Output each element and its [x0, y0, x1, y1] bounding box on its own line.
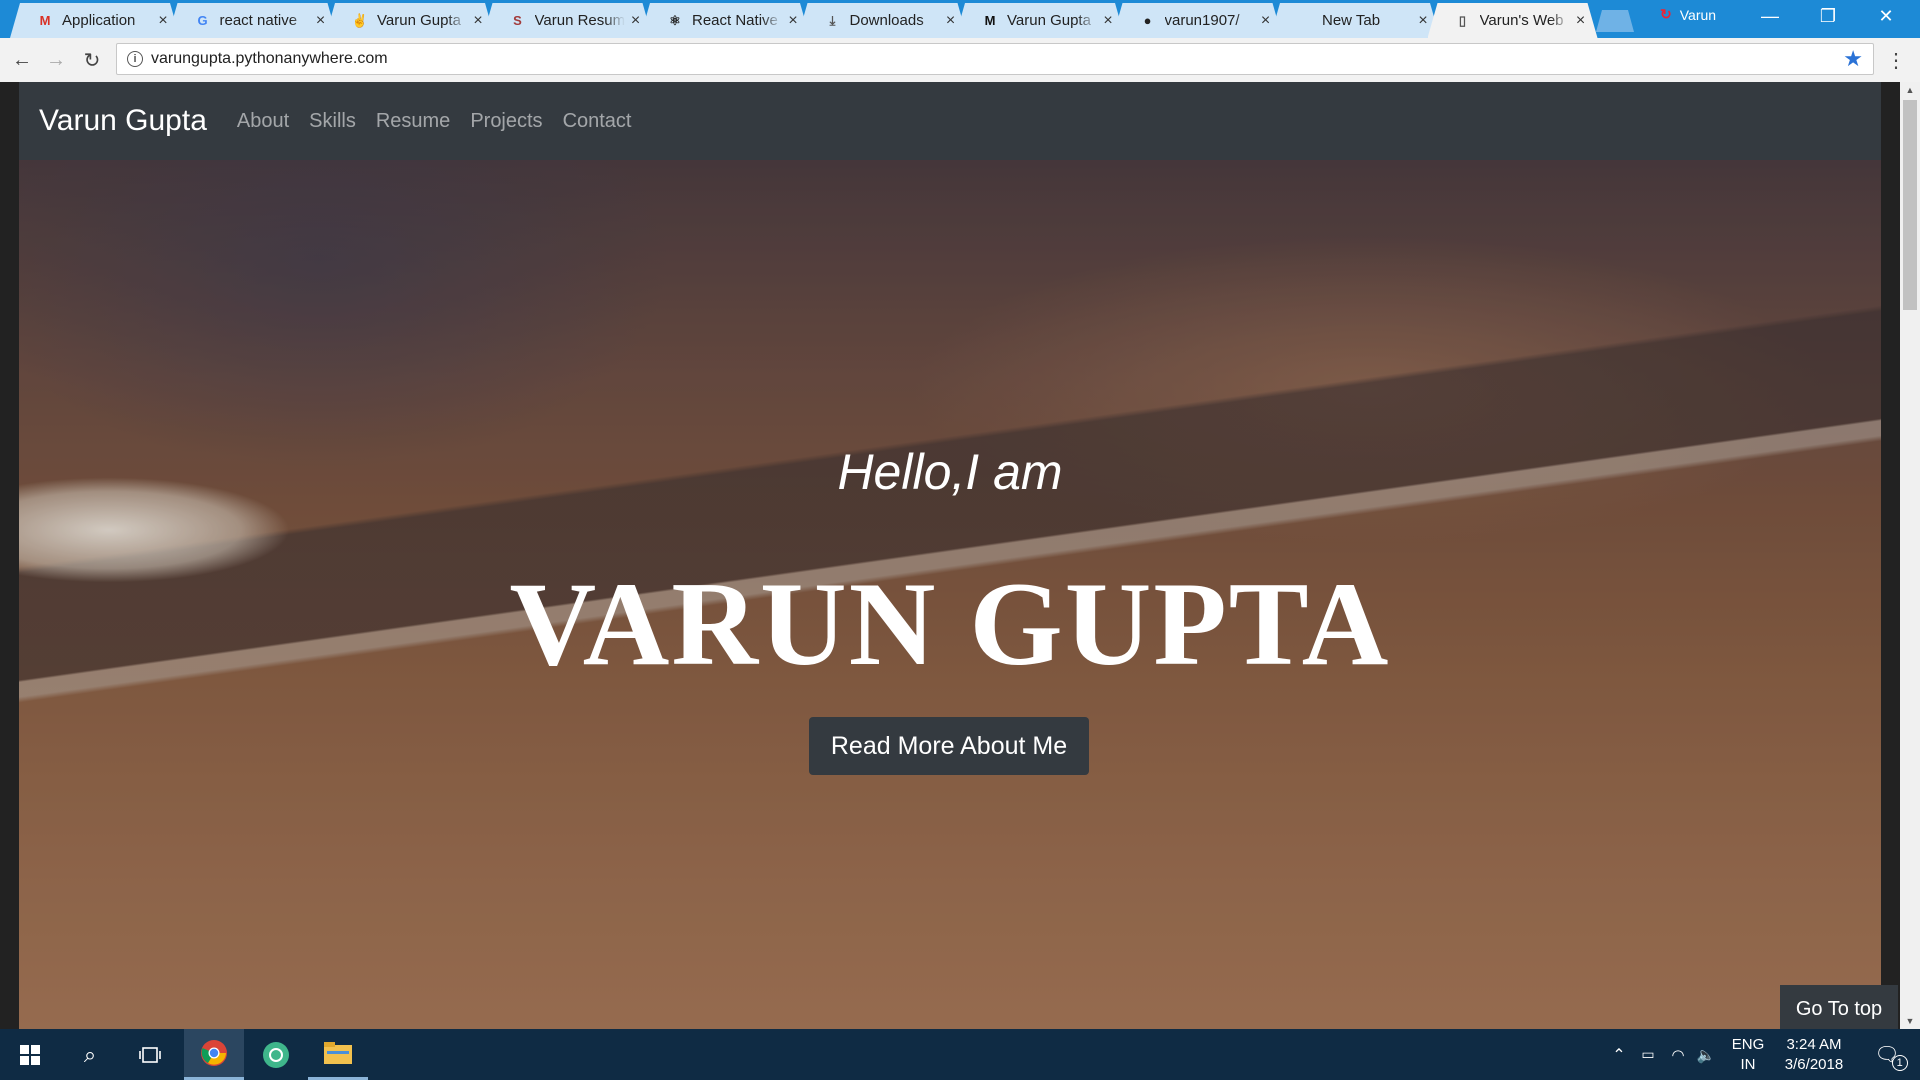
- chevron-up-icon[interactable]: ⌃: [1608, 1029, 1630, 1080]
- browser-tab[interactable]: ● varun1907/ ×: [1113, 3, 1283, 38]
- site-brand[interactable]: Varun Gupta: [39, 104, 207, 138]
- browser-tab[interactable]: S Varun Resume ×: [483, 3, 653, 38]
- browser-tab[interactable]: M Varun Gupta ×: [955, 3, 1125, 38]
- peace-hand-icon: ✌: [351, 12, 369, 28]
- close-tab-icon[interactable]: ×: [314, 12, 328, 30]
- back-icon[interactable]: ←: [8, 46, 36, 74]
- hero-greeting: Hello,I am: [837, 444, 1063, 500]
- download-icon: ⤓: [829, 12, 836, 28]
- nav-link-skills[interactable]: Skills: [309, 110, 356, 133]
- tab-label: Varun Gupta: [1007, 12, 1091, 29]
- browser-tab[interactable]: ⚛ React Native ×: [640, 3, 810, 38]
- page-icon: ▯: [1458, 12, 1467, 28]
- close-tab-icon[interactable]: ×: [1416, 12, 1430, 30]
- browser-tab[interactable]: M Application ×: [10, 3, 180, 38]
- close-tab-icon[interactable]: ×: [1101, 12, 1115, 30]
- nav-link-about[interactable]: About: [237, 110, 289, 133]
- file-explorer-icon[interactable]: [308, 1029, 368, 1080]
- hero-section: Hello,I am VARUN GUPTA Read More About M…: [19, 160, 1881, 1029]
- profile-icon: ↻: [1660, 6, 1672, 22]
- go-to-top-button[interactable]: Go To top: [1780, 985, 1898, 1033]
- close-tab-icon[interactable]: ×: [786, 12, 800, 30]
- site-navbar: Varun Gupta About Skills Resume Projects…: [19, 82, 1881, 160]
- address-bar[interactable]: i varungupta.pythonanywhere.com ★: [116, 43, 1874, 75]
- chrome-taskbar-icon[interactable]: [184, 1029, 244, 1080]
- google-icon: G: [197, 13, 208, 28]
- reload-icon[interactable]: ↻: [78, 46, 106, 74]
- hero-name: VARUN GUPTA: [509, 557, 1391, 690]
- browser-tab[interactable]: ✌ Varun Gupta ×: [325, 3, 495, 38]
- react-logo-icon: ⚛: [669, 12, 681, 28]
- tab-label: React Native: [692, 12, 778, 29]
- browser-tab-strip: M Application × Greact native × ✌ Varun Gupta ×…: [0, 0, 1920, 38]
- notifications-icon[interactable]: 🗨 1: [1862, 1029, 1912, 1080]
- url-text[interactable]: varungupta.pythonanywhere.com: [151, 50, 1843, 68]
- browser-menu-icon[interactable]: ⋮: [1886, 48, 1906, 73]
- close-tab-icon[interactable]: ×: [156, 12, 170, 30]
- input-language[interactable]: ENG: [1728, 1035, 1768, 1055]
- blank-icon: [1296, 12, 1314, 30]
- tab-label: Varun's Web: [1479, 12, 1564, 29]
- tab-label: New Tab: [1322, 12, 1381, 29]
- info-icon[interactable]: i: [127, 51, 143, 67]
- clock-date[interactable]: 3/6/2018: [1774, 1055, 1854, 1075]
- tab-label: Varun Resume: [534, 12, 625, 29]
- github-icon: ●: [1143, 13, 1152, 28]
- nav-link-projects[interactable]: Projects: [470, 110, 542, 133]
- browser-tab[interactable]: Greact native ×: [168, 3, 338, 38]
- profile-button[interactable]: ↻ Varun: [1660, 6, 1716, 23]
- gmail-icon: M: [39, 13, 51, 28]
- bookmark-star-icon[interactable]: ★: [1843, 46, 1863, 72]
- windows-taskbar: ⌕ ⌃ ▭ ◠ 🔈 ENG IN 3:24 AM 3/6/2018 🗨 1: [0, 1029, 1920, 1080]
- close-tab-icon[interactable]: ×: [629, 12, 643, 30]
- input-region[interactable]: IN: [1728, 1055, 1768, 1075]
- tab-label: Varun Gupta: [377, 12, 461, 29]
- tab-label: Application: [62, 12, 136, 29]
- medium-logo-icon: M: [984, 13, 996, 28]
- scroll-down-icon[interactable]: ▼: [1900, 1013, 1920, 1029]
- browser-tab[interactable]: New Tab ×: [1270, 3, 1440, 38]
- read-more-button[interactable]: Read More About Me: [809, 717, 1089, 775]
- tab-label: react native: [219, 12, 298, 29]
- windows-start-icon[interactable]: [0, 1029, 60, 1080]
- new-tab-button[interactable]: [1596, 10, 1634, 32]
- close-tab-icon[interactable]: ×: [471, 12, 485, 30]
- nav-link-resume[interactable]: Resume: [376, 110, 450, 133]
- notification-count: 1: [1891, 1055, 1908, 1071]
- minimize-button[interactable]: —: [1741, 0, 1799, 32]
- page-scrollbar[interactable]: ▲ ▼: [1900, 82, 1920, 1029]
- task-view-icon[interactable]: [120, 1029, 180, 1080]
- tab-label: varun1907/: [1164, 12, 1240, 29]
- browser-toolbar: ← → ↻ i varungupta.pythonanywhere.com ★ …: [0, 38, 1920, 83]
- s-logo-icon: S: [513, 13, 522, 28]
- website: Varun Gupta About Skills Resume Projects…: [19, 82, 1881, 1029]
- restore-button[interactable]: ❐: [1799, 0, 1857, 32]
- browser-tab[interactable]: ⤓ Downloads ×: [798, 3, 968, 38]
- profile-name: Varun: [1679, 6, 1717, 23]
- volume-icon[interactable]: 🔈: [1694, 1029, 1718, 1080]
- nav-link-contact[interactable]: Contact: [563, 110, 632, 133]
- scroll-thumb[interactable]: [1903, 100, 1917, 310]
- battery-icon[interactable]: ▭: [1636, 1029, 1660, 1080]
- tab-label: Downloads: [849, 12, 924, 29]
- browser-tab[interactable]: ▯ Varun's Web ×: [1428, 3, 1598, 38]
- close-window-button[interactable]: ✕: [1857, 0, 1915, 32]
- wifi-icon[interactable]: ◠: [1666, 1029, 1690, 1080]
- app-taskbar-icon[interactable]: [246, 1029, 306, 1080]
- page-viewport: Varun Gupta About Skills Resume Projects…: [0, 82, 1920, 1029]
- close-tab-icon[interactable]: ×: [1259, 12, 1273, 30]
- clock-time[interactable]: 3:24 AM: [1774, 1035, 1854, 1055]
- forward-icon[interactable]: →: [42, 46, 70, 74]
- scroll-up-icon[interactable]: ▲: [1900, 82, 1920, 98]
- close-tab-icon[interactable]: ×: [1574, 12, 1588, 30]
- search-icon[interactable]: ⌕: [60, 1029, 120, 1080]
- close-tab-icon[interactable]: ×: [944, 12, 958, 30]
